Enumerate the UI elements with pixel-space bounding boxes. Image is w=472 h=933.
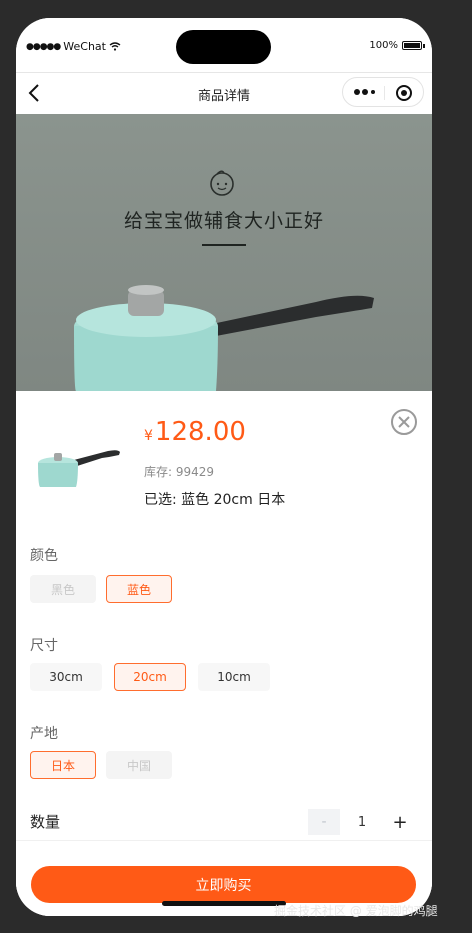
- quantity-value[interactable]: 1: [342, 809, 382, 835]
- sku-sheet: ¥ 128.00 库存: 99429 已选: 蓝色 20cm 日本 颜色 黑色 …: [16, 391, 432, 916]
- quantity-minus-button[interactable]: -: [308, 809, 340, 835]
- price-amount: 128.00: [154, 417, 246, 447]
- option-origin-china[interactable]: 中国: [106, 751, 172, 779]
- watermark: 掘金技术社区 @ 爱泡脚的鸡腿: [274, 904, 438, 918]
- buy-now-button[interactable]: 立即购买: [31, 866, 416, 903]
- home-indicator: [162, 901, 286, 906]
- size-label: 尺寸: [30, 638, 58, 654]
- wifi-icon: [109, 42, 121, 51]
- product-thumbnail: [38, 450, 120, 487]
- battery-icon: [402, 41, 425, 50]
- currency-symbol: ¥: [144, 428, 153, 444]
- banner-image: [16, 114, 432, 391]
- stock-text: 库存: 99429: [144, 465, 215, 479]
- origin-label: 产地: [30, 726, 58, 742]
- banner-headline: 给宝宝做辅食大小正好: [123, 210, 324, 232]
- price: ¥ 128.00: [144, 417, 246, 447]
- phone-screen: ●●●●● WeChat 100% 商品详情 给宝宝做辅食大小正好 ¥ 128.…: [16, 18, 432, 916]
- option-size-20cm[interactable]: 20cm: [114, 663, 186, 691]
- close-sheet-icon[interactable]: [390, 408, 418, 436]
- status-right: 100%: [369, 40, 425, 51]
- battery-percent: 100%: [369, 40, 398, 51]
- more-icon[interactable]: [353, 88, 377, 96]
- quantity-plus-button[interactable]: +: [384, 809, 416, 835]
- close-mini-program-icon[interactable]: [395, 84, 413, 102]
- selected-summary: 已选: 蓝色 20cm 日本: [144, 492, 286, 508]
- option-size-30cm[interactable]: 30cm: [30, 663, 102, 691]
- camera-notch: [176, 30, 271, 64]
- mini-program-capsule: [342, 77, 424, 107]
- signal-icon: ●●●●●: [26, 41, 61, 52]
- option-size-10cm[interactable]: 10cm: [198, 663, 270, 691]
- option-color-blue[interactable]: 蓝色: [106, 575, 172, 603]
- status-bar: ●●●●● WeChat 100%: [16, 18, 432, 72]
- carrier-label: WeChat: [63, 40, 106, 53]
- nav-bar: 商品详情: [16, 72, 432, 115]
- status-left: ●●●●● WeChat: [26, 40, 121, 53]
- color-label: 颜色: [30, 548, 58, 564]
- capsule-divider: [384, 86, 385, 100]
- option-origin-japan[interactable]: 日本: [30, 751, 96, 779]
- product-banner: 给宝宝做辅食大小正好: [16, 114, 432, 391]
- quantity-label: 数量: [30, 813, 61, 831]
- option-color-black[interactable]: 黑色: [30, 575, 96, 603]
